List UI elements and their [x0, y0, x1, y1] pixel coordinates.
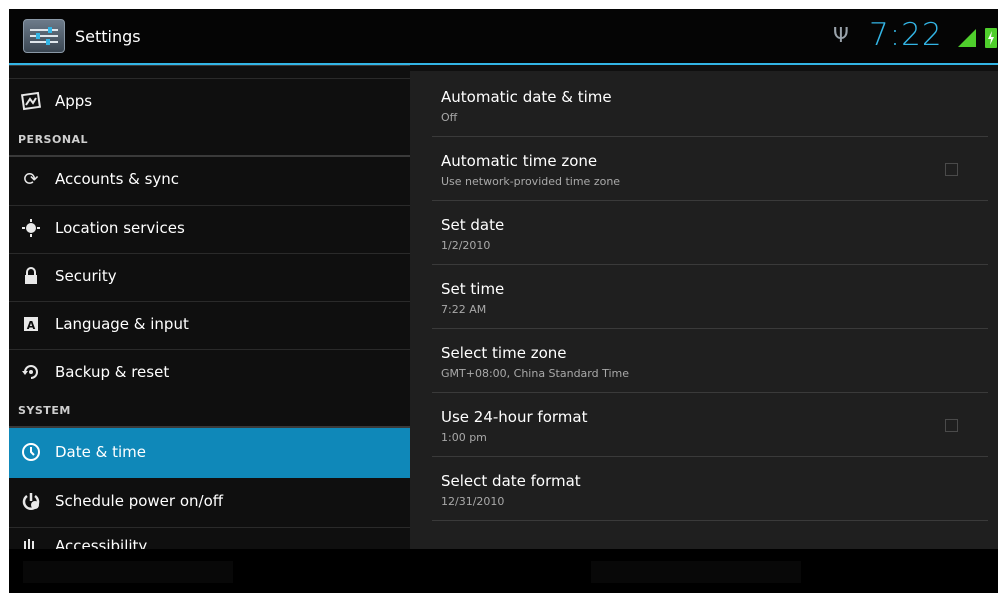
- pref-title: Select date format: [441, 472, 581, 490]
- sidebar-item-schedule-power[interactable]: Schedule power on/off: [9, 479, 410, 525]
- sidebar-item-label: Language & input: [55, 315, 189, 333]
- sidebar-item-apps[interactable]: Apps: [9, 79, 410, 125]
- action-bar: Settings Ψ 7:22: [9, 9, 998, 63]
- sidebar-item-backup-reset[interactable]: Backup & reset: [9, 350, 410, 396]
- signal-icon: [958, 29, 976, 47]
- accessibility-icon: [20, 539, 42, 549]
- sidebar-item-label: Date & time: [55, 443, 146, 461]
- pref-summary: Use network-provided time zone: [441, 175, 621, 188]
- pref-use-24-hour-format[interactable]: Use 24-hour format 1:00 pm: [432, 393, 988, 456]
- divider: [9, 65, 410, 66]
- sidebar-item-language-input[interactable]: A Language & input: [9, 302, 410, 348]
- pref-automatic-time-zone[interactable]: Automatic time zone Use network-provided…: [432, 137, 988, 200]
- section-header-system: SYSTEM: [9, 400, 410, 426]
- pref-summary: 12/31/2010: [441, 495, 505, 508]
- pref-automatic-date-time[interactable]: Automatic date & time Off: [432, 73, 988, 136]
- divider: [9, 527, 410, 528]
- sync-icon: ⟳: [23, 169, 39, 190]
- pref-title: Use 24-hour format: [441, 408, 588, 426]
- divider: [432, 520, 988, 521]
- settings-sidebar: Apps PERSONAL ⟳ Accounts & sync Location…: [9, 65, 410, 549]
- pref-title: Select time zone: [441, 344, 567, 362]
- svg-text:A: A: [27, 319, 36, 332]
- language-icon: A: [20, 314, 42, 336]
- nav-back-button[interactable]: [23, 561, 233, 583]
- sidebar-item-label: Schedule power on/off: [55, 492, 224, 510]
- lock-icon: [20, 266, 42, 288]
- section-label: SYSTEM: [18, 404, 71, 417]
- settings-sliders-icon[interactable]: [23, 19, 65, 53]
- nav-recents-button[interactable]: [591, 561, 801, 583]
- detail-pane-top-gap: [410, 65, 998, 71]
- pref-title: Set date: [441, 216, 505, 234]
- clock-icon: [20, 442, 42, 464]
- status-clock: 7:22: [869, 17, 943, 53]
- section-header-personal: PERSONAL: [9, 129, 410, 155]
- screen: Settings Ψ 7:22 Apps PERSONAL ⟳ Accounts…: [9, 9, 998, 593]
- section-label: PERSONAL: [18, 133, 89, 146]
- pref-summary: Off: [441, 111, 458, 124]
- pref-select-date-format[interactable]: Select date format 12/31/2010: [432, 457, 988, 520]
- pref-title: Set time: [441, 280, 505, 298]
- sidebar-item-label: Security: [55, 267, 117, 285]
- automatic-time-zone-checkbox[interactable]: [945, 163, 958, 176]
- pref-summary: GMT+08:00, China Standard Time: [441, 367, 630, 380]
- sidebar-item-security[interactable]: Security: [9, 254, 410, 300]
- sidebar-item-label: Apps: [55, 92, 93, 110]
- sidebar-item-label: Accounts & sync: [55, 170, 180, 188]
- apps-icon: [20, 91, 42, 113]
- app-title: Settings: [75, 27, 141, 46]
- battery-charging-icon: [985, 28, 997, 48]
- pref-select-time-zone[interactable]: Select time zone GMT+08:00, China Standa…: [432, 329, 988, 392]
- sidebar-item-label: Backup & reset: [55, 363, 170, 381]
- sidebar-item-accessibility[interactable]: Accessibility: [9, 533, 410, 549]
- power-schedule-icon: [20, 491, 42, 513]
- sidebar-item-location-services[interactable]: Location services: [9, 206, 410, 252]
- navigation-bar: [9, 549, 998, 593]
- pref-set-time[interactable]: Set time 7:22 AM: [432, 265, 988, 328]
- sidebar-item-label: Accessibility: [55, 537, 148, 549]
- sidebar-item-label: Location services: [55, 219, 185, 237]
- pref-title: Automatic date & time: [441, 88, 612, 106]
- pref-title: Automatic time zone: [441, 152, 598, 170]
- sidebar-item-date-time[interactable]: Date & time: [9, 428, 410, 478]
- pref-summary: 1/2/2010: [441, 239, 491, 252]
- pref-summary: 1:00 pm: [441, 431, 487, 444]
- backup-icon: [20, 362, 42, 384]
- usb-icon: Ψ: [833, 23, 849, 47]
- pref-summary: 7:22 AM: [441, 303, 487, 316]
- pref-set-date[interactable]: Set date 1/2/2010: [432, 201, 988, 264]
- sidebar-item-accounts-sync[interactable]: ⟳ Accounts & sync: [9, 157, 410, 203]
- date-time-detail-pane: Automatic date & time Off Automatic time…: [410, 65, 998, 549]
- location-icon: [20, 218, 42, 240]
- use-24-hour-format-checkbox[interactable]: [945, 419, 958, 432]
